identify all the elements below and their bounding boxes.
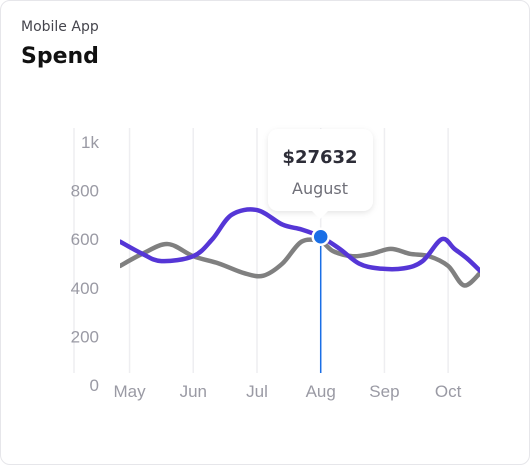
tooltip-arrow <box>312 211 328 219</box>
tooltip-month: August <box>292 179 348 198</box>
chart-tooltip: $27632 August <box>268 129 373 219</box>
x-tick-label: Aug <box>306 382 336 401</box>
y-tick-label: 200 <box>71 327 99 346</box>
y-tick-label: 0 <box>90 376 99 395</box>
x-tick-label: Sep <box>369 382 399 401</box>
y-tick-label: 1k <box>81 133 99 152</box>
x-tick-label: Oct <box>435 382 462 401</box>
tooltip-box <box>268 129 373 211</box>
tooltip-value: $27632 <box>282 147 357 168</box>
x-tick-label: Jun <box>180 382 207 401</box>
x-tick-label: Jul <box>246 382 268 401</box>
x-tick-label: May <box>113 382 146 401</box>
highlight-point[interactable] <box>311 227 330 247</box>
y-tick-label: 600 <box>71 230 99 249</box>
spend-chart: 0 200 400 600 800 1k May Jun Jul Aug Sep Oct $2763… <box>71 128 480 401</box>
y-tick-label: 400 <box>71 279 99 298</box>
y-tick-label: 800 <box>71 182 99 201</box>
